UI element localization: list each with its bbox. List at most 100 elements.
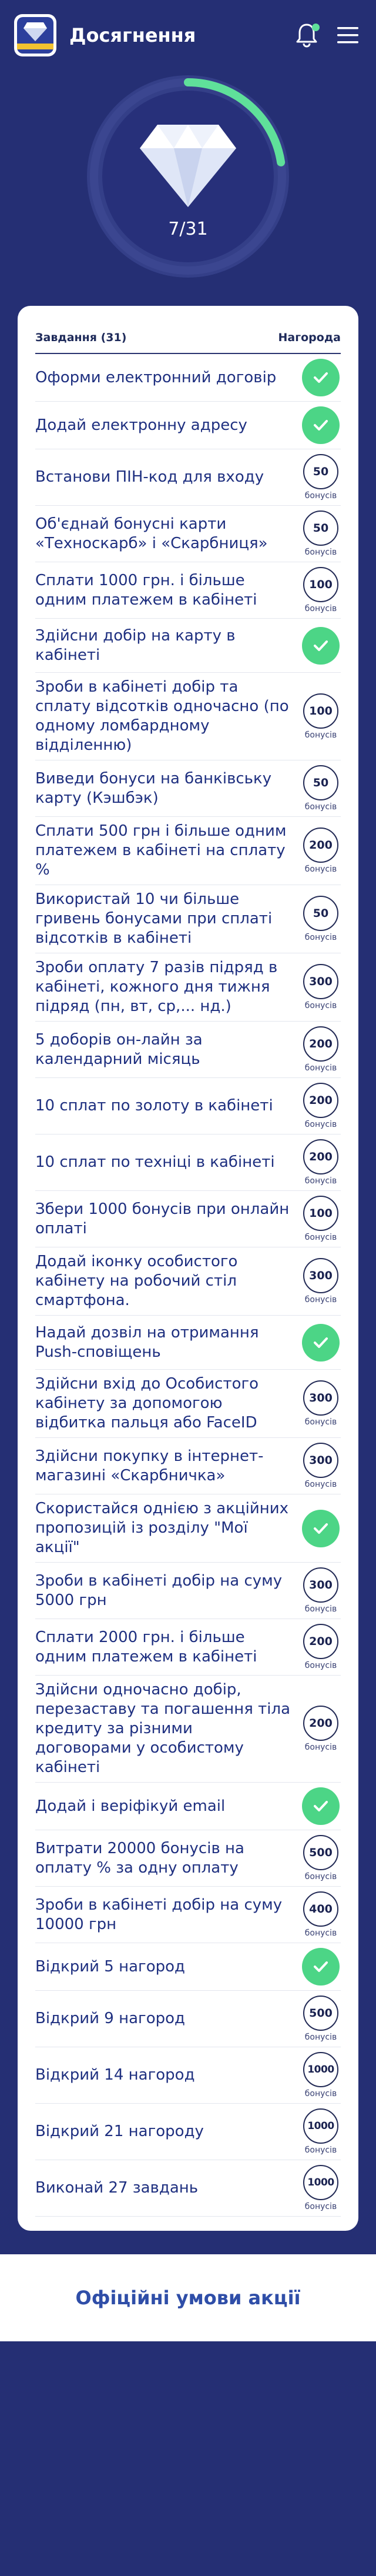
task-text: Сплати 1000 грн. і більше одним платежем… (35, 571, 257, 609)
task-text: Сплати 500 грн і більше одним платежем в… (35, 822, 287, 879)
task-row: Скористайся однією з акційних пропозицій… (35, 1494, 341, 1563)
bonus-unit-label: бонусів (304, 2089, 337, 2098)
reward-badge: 300 бонусів (301, 1443, 341, 1489)
task-row: Встанови ПІН-код для входу 50 бонусів (35, 449, 341, 506)
reward-badge: 200 бонусів (301, 1026, 341, 1073)
reward-badge: 500 бонусів (301, 1835, 341, 1881)
task-text: Зроби в кабінеті добір на суму 10000 грн (35, 1896, 283, 1933)
reward-amount: 300 (303, 1567, 338, 1603)
tasks-count-label: Завдання (31) (35, 331, 127, 344)
bonus-unit-label: бонусів (304, 2145, 337, 2155)
task-text: Виконай 27 завдань (35, 2179, 199, 2197)
app-header: Досягнення (0, 0, 376, 71)
logo-icon[interactable] (14, 14, 56, 56)
bonus-unit-label: бонусів (304, 1872, 337, 1881)
bonus-unit-label: бонусів (304, 1295, 337, 1304)
logo-diamond-icon (17, 17, 53, 54)
completed-badge (301, 1323, 341, 1362)
reward-amount: 50 (303, 765, 338, 800)
task-row: Зроби в кабінеті добір на суму 10000 грн… (35, 1887, 341, 1943)
task-text: Виведи бонуси на банківську карту (Кэшбэ… (35, 769, 272, 807)
tasks-header: Завдання (31) Нагорода (35, 322, 341, 354)
bonus-unit-label: бонусів (304, 2033, 337, 2042)
task-row: Додай електронну адресу (35, 402, 341, 449)
reward-amount: 500 (303, 1996, 338, 2031)
completed-badge (301, 1509, 341, 1547)
task-row: Здійсни вхід до Особистого кабінету за д… (35, 1370, 341, 1438)
reward-amount: 300 (303, 1380, 338, 1416)
task-row: Надай дозвіл на отримання Push-сповіщень (35, 1316, 341, 1370)
bonus-unit-label: бонусів (304, 1417, 337, 1427)
task-text: Витрати 20000 бонусів на оплату % за одн… (35, 1839, 244, 1877)
reward-amount: 300 (303, 964, 338, 999)
task-text: Додай і веріфікуй email (35, 1797, 226, 1815)
reward-badge: 200 бонусів (301, 1139, 341, 1186)
task-row: Відкрий 5 нагород (35, 1943, 341, 1991)
checkmark-icon (302, 1948, 340, 1986)
bonus-unit-label: бонусів (304, 604, 337, 613)
bonus-unit-label: бонусів (304, 730, 337, 740)
reward-badge: 50 бонусів (301, 454, 341, 500)
bonus-unit-label: бонусів (304, 1604, 337, 1614)
task-row: Виконай 27 завдань 1000 бонусів (35, 2160, 341, 2217)
page-title: Досягнення (69, 24, 196, 46)
reward-amount: 1000 (303, 2165, 338, 2200)
reward-badge: 200 бонусів (301, 1083, 341, 1129)
reward-amount: 50 (303, 454, 338, 489)
checkmark-icon (302, 1787, 340, 1825)
task-row: Зроби в кабінеті добір на суму 5000 грн 3… (35, 1563, 341, 1619)
task-row: Сплати 1000 грн. і більше одним платежем… (35, 562, 341, 619)
task-row: Додай і веріфікуй email (35, 1783, 341, 1830)
reward-badge: 1000 бонусів (301, 2165, 341, 2211)
bonus-unit-label: бонусів (304, 491, 337, 500)
bonus-unit-label: бонусів (304, 1480, 337, 1489)
task-text: Відкрий 14 нагород (35, 2066, 195, 2084)
reward-badge: 300 бонусів (301, 1258, 341, 1304)
task-text: Встанови ПІН-код для входу (35, 468, 264, 486)
task-text: Сплати 2000 грн. і більше одним платежем… (35, 1628, 257, 1666)
footer: Офіційні умови акції (0, 2254, 376, 2341)
task-row: 10 сплат по золоту в кабінеті 200 бонусів (35, 1078, 341, 1134)
menu-icon[interactable] (334, 21, 362, 49)
reward-amount: 1000 (303, 2108, 338, 2144)
checkmark-icon (302, 1323, 340, 1362)
reward-badge: 200 бонусів (301, 1706, 341, 1752)
completed-badge (301, 359, 341, 396)
task-text: Оформи електронний договір (35, 368, 277, 386)
task-text: Здійсни покупку в інтернет-магазині «Ска… (35, 1447, 264, 1484)
task-row: Збери 1000 бонусів при онлайн оплаті 100 б… (35, 1191, 341, 1247)
task-text: Збери 1000 бонусів при онлайн оплаті (35, 1200, 290, 1237)
task-text: Додай електронну адресу (35, 416, 247, 434)
bonus-unit-label: бонусів (304, 933, 337, 942)
reward-amount: 100 (303, 693, 338, 729)
completed-badge (301, 406, 341, 444)
task-row: Зроби оплату 7 разів підряд в кабінеті, … (35, 953, 341, 1022)
reward-amount: 200 (303, 1624, 338, 1659)
bell-icon[interactable] (293, 21, 321, 49)
reward-badge: 200 бонусів (301, 827, 341, 874)
progress-section: 7/31 (0, 71, 376, 306)
reward-column-label: Нагорода (278, 331, 341, 344)
task-row: Відкрий 21 нагороду 1000 бонусів (35, 2104, 341, 2160)
reward-amount: 200 (303, 1139, 338, 1174)
task-text: Здійсни одночасно добір, перезаставу та … (35, 1681, 291, 1776)
task-text: Додай іконку особистого кабінету на робо… (35, 1253, 238, 1309)
reward-amount: 400 (303, 1891, 338, 1927)
tasks-card: Завдання (31) Нагорода Оформи електронни… (18, 306, 358, 2231)
official-terms-link[interactable]: Офіційні умови акції (75, 2287, 300, 2309)
reward-badge: 300 бонусів (301, 1380, 341, 1427)
reward-badge: 50 бонусів (301, 765, 341, 812)
reward-badge: 100 бонусів (301, 693, 341, 740)
progress-ring: 7/31 (82, 71, 294, 282)
reward-amount: 50 (303, 896, 338, 931)
reward-badge: 500 бонусів (301, 1996, 341, 2042)
task-row: Сплати 2000 грн. і більше одним платежем… (35, 1619, 341, 1676)
task-text: Зроби оплату 7 разів підряд в кабінеті, … (35, 959, 278, 1015)
bonus-unit-label: бонусів (304, 1176, 337, 1186)
reward-badge: 50 бонусів (301, 896, 341, 942)
task-list: Оформи електронний договір Додай електрон… (35, 354, 341, 2217)
reward-amount: 100 (303, 567, 338, 602)
task-text: 5 доборів он-лайн за календарний місяць (35, 1030, 203, 1068)
task-row: Використай 10 чи більше гривень бонусами… (35, 885, 341, 953)
notification-dot (312, 24, 320, 31)
